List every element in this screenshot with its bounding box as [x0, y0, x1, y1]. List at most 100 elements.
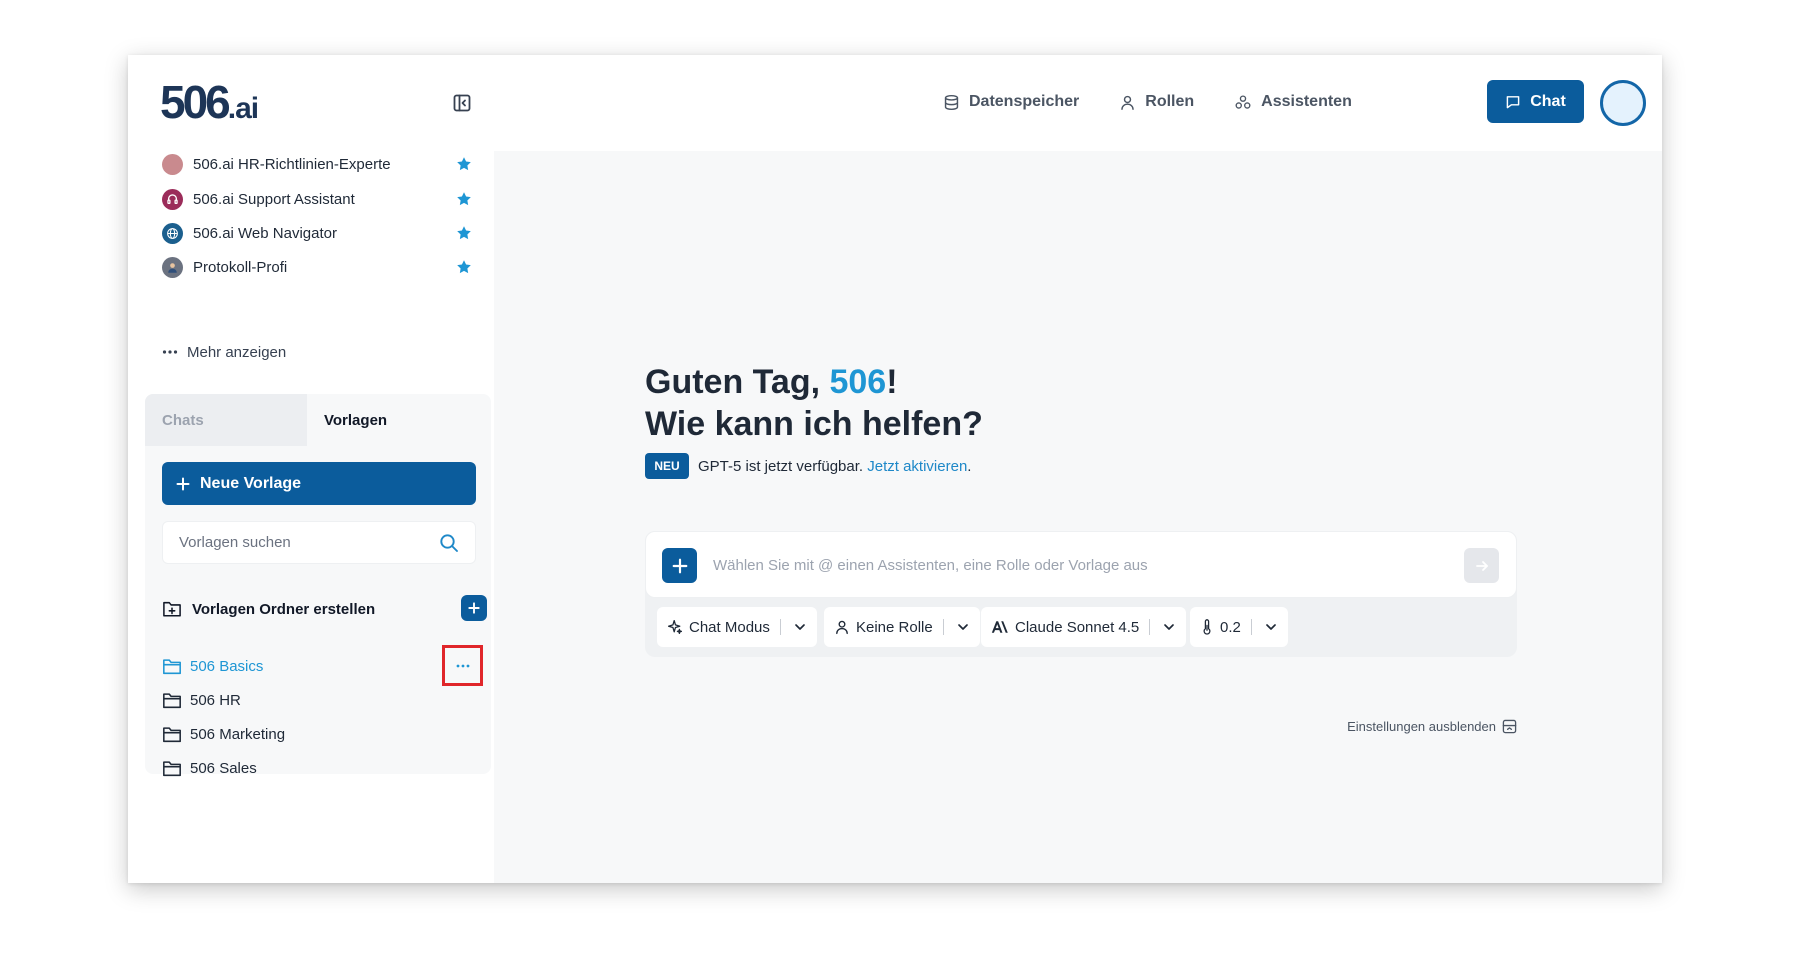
- divider: [942, 619, 944, 635]
- nav-assistenten-label: Assistenten: [1261, 93, 1352, 110]
- show-more-label: Mehr anzeigen: [187, 343, 287, 361]
- greeting-suffix: !: [886, 363, 898, 401]
- greeting-line-2: Wie kann ich helfen?: [645, 405, 983, 443]
- folder-icon: [163, 726, 181, 742]
- divider: [779, 619, 781, 635]
- message-composer: Chat Modus Keine Rolle Claude Sonnet 4.5…: [645, 531, 1517, 657]
- top-navigation: Datenspeicher Rollen Assistenten: [943, 91, 1352, 113]
- collapse-panel-icon: [1502, 719, 1517, 734]
- folder-icon: [163, 692, 181, 708]
- add-folder-button[interactable]: [461, 595, 487, 621]
- nav-rollen-label: Rollen: [1145, 93, 1195, 110]
- plus-icon: [468, 602, 480, 614]
- plus-icon: [176, 477, 190, 490]
- role-label: Keine Rolle: [856, 618, 933, 636]
- nav-datenspeicher-label: Datenspeicher: [969, 93, 1080, 110]
- plus-icon: [672, 558, 687, 573]
- person-avatar-icon: [162, 256, 183, 278]
- search-icon[interactable]: [439, 533, 459, 553]
- main-content: Guten Tag, 506! Wie kann ich helfen? NEU…: [494, 151, 1662, 883]
- sidebar-collapse-icon: [453, 94, 471, 112]
- folder-plus-icon: [163, 601, 181, 617]
- star-icon[interactable]: [456, 191, 472, 207]
- tab-vorlagen[interactable]: Vorlagen: [307, 394, 469, 446]
- folder-icon: [163, 658, 181, 674]
- chat-mode-selector[interactable]: Chat Modus: [657, 607, 817, 647]
- logo-suffix: .ai: [227, 92, 259, 125]
- template-search: [162, 521, 476, 564]
- chat-button-label: Chat: [1530, 92, 1566, 110]
- favorite-assistants-list: 506.ai HR-Richtlinien-Experte 506.ai Sup…: [128, 151, 494, 351]
- folder-506-basics[interactable]: 506 Basics: [162, 654, 412, 678]
- role-selector[interactable]: Keine Rolle: [824, 607, 980, 647]
- chat-button[interactable]: Chat: [1487, 80, 1584, 123]
- announcement: NEU GPT-5 ist jetzt verfügbar. Jetzt akt…: [645, 453, 971, 479]
- favorite-item-label: 506.ai Web Navigator: [193, 224, 337, 242]
- template-search-input[interactable]: [163, 522, 433, 563]
- attach-button[interactable]: [662, 548, 697, 583]
- favorite-item-web-navigator[interactable]: 506.ai Web Navigator: [162, 218, 472, 248]
- nav-assistenten[interactable]: Assistenten: [1234, 91, 1352, 113]
- activate-link[interactable]: Jetzt aktivieren: [867, 458, 967, 475]
- chevron-down-icon: [1266, 624, 1276, 630]
- favorite-item-support-assistant[interactable]: 506.ai Support Assistant: [162, 184, 472, 214]
- support-avatar-icon: [162, 188, 183, 210]
- folder-icon: [163, 760, 181, 776]
- chat-bubble-icon: [1506, 95, 1520, 108]
- favorite-item-label: 506.ai HR-Richtlinien-Experte: [193, 155, 391, 173]
- tab-chats[interactable]: Chats: [145, 394, 307, 446]
- star-icon[interactable]: [456, 225, 472, 241]
- collapse-sidebar-button[interactable]: [450, 91, 474, 115]
- sidebar-tabs: Chats Vorlagen: [145, 394, 491, 446]
- logo-main: 506: [160, 76, 231, 128]
- nav-rollen[interactable]: Rollen: [1119, 91, 1194, 113]
- hide-settings-label: Einstellungen ausblenden: [1347, 719, 1496, 734]
- divider: [1149, 619, 1151, 635]
- chevron-down-icon: [957, 624, 968, 630]
- folder-506-hr[interactable]: 506 HR: [162, 688, 412, 712]
- model-selector[interactable]: Claude Sonnet 4.5: [981, 607, 1187, 647]
- chevron-down-icon: [795, 624, 805, 630]
- greeting-prefix: Guten Tag,: [645, 363, 830, 401]
- show-more-link[interactable]: Mehr anzeigen: [162, 341, 286, 363]
- message-input[interactable]: [713, 546, 1433, 584]
- new-template-label: Neue Vorlage: [200, 474, 302, 492]
- database-icon: [944, 94, 959, 110]
- folder-label: 506 HR: [190, 691, 241, 709]
- create-folder-label: Vorlagen Ordner erstellen: [192, 600, 376, 618]
- folder-label: 506 Basics: [190, 657, 264, 675]
- composer-input-area: [645, 531, 1517, 598]
- folder-506-marketing[interactable]: 506 Marketing: [162, 722, 412, 746]
- brand-logo[interactable]: 506 .ai: [160, 76, 259, 128]
- folder-label: 506 Marketing: [190, 725, 286, 743]
- new-badge: NEU: [645, 453, 689, 479]
- sidebar: 506.ai HR-Richtlinien-Experte 506.ai Sup…: [128, 151, 494, 883]
- model-label: Claude Sonnet 4.5: [1015, 618, 1140, 636]
- anthropic-icon: [991, 621, 1008, 633]
- temperature-selector[interactable]: 0.2: [1190, 607, 1288, 647]
- ellipsis-icon: [456, 664, 469, 667]
- chevron-down-icon: [1164, 624, 1175, 630]
- send-button[interactable]: [1464, 548, 1499, 583]
- templates-panel: Chats Vorlagen Neue Vorlage Vorlagen Ord…: [145, 394, 491, 777]
- announcement-text: GPT-5 ist jetzt verfügbar.: [698, 457, 864, 475]
- ellipsis-icon: [162, 350, 178, 354]
- sparkle-icon: [667, 619, 683, 635]
- hide-settings-toggle[interactable]: Einstellungen ausblenden: [1347, 719, 1517, 734]
- assistants-icon: [1235, 94, 1251, 109]
- favorite-item-protokoll-profi[interactable]: Protokoll-Profi: [162, 252, 472, 282]
- user-avatar[interactable]: [1600, 80, 1646, 126]
- star-icon[interactable]: [456, 156, 472, 172]
- favorite-item-hr-experte[interactable]: 506.ai HR-Richtlinien-Experte: [162, 151, 472, 179]
- globe-avatar-icon: [162, 222, 183, 244]
- divider: [1250, 619, 1252, 635]
- favorite-item-label: 506.ai Support Assistant: [193, 190, 355, 208]
- folder-options-button[interactable]: [442, 645, 483, 686]
- app-window: 506 .ai Datenspeicher Rollen Assistenten…: [128, 55, 1662, 883]
- star-icon[interactable]: [456, 259, 472, 275]
- temperature-label: 0.2: [1220, 618, 1241, 636]
- new-template-button[interactable]: Neue Vorlage: [162, 462, 476, 505]
- announcement-period: .: [967, 457, 972, 475]
- nav-datenspeicher[interactable]: Datenspeicher: [943, 91, 1079, 113]
- folder-506-sales[interactable]: 506 Sales: [162, 756, 412, 780]
